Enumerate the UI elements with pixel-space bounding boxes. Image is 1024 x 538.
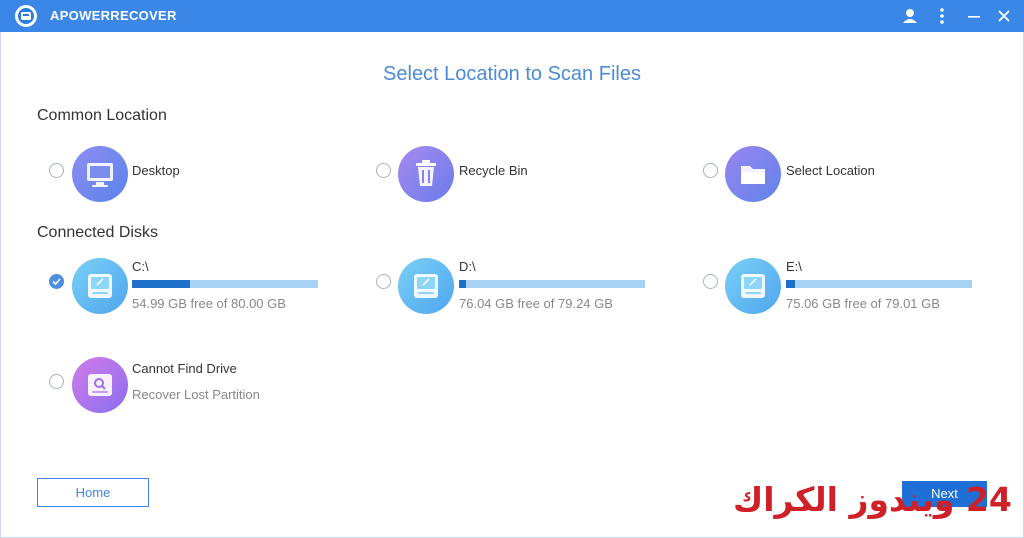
cannot-find-drive-label[interactable]: Cannot Find Drive: [132, 361, 237, 376]
disk-d-usage-bar: [459, 280, 645, 288]
cannot-find-drive-radio[interactable]: [49, 374, 64, 389]
disk-c-usage-fill: [132, 280, 190, 288]
minimize-icon[interactable]: [964, 6, 984, 26]
select-location-label[interactable]: Select Location: [786, 163, 875, 178]
hard-drive-icon[interactable]: [398, 258, 454, 314]
recycle-bin-radio[interactable]: [376, 163, 391, 178]
more-options-icon[interactable]: [932, 6, 952, 26]
close-icon[interactable]: [994, 6, 1014, 26]
recover-lost-partition-text: Recover Lost Partition: [132, 387, 260, 402]
disk-e-radio[interactable]: [703, 274, 718, 289]
disk-e-free-space: 75.06 GB free of 79.01 GB: [786, 296, 940, 311]
disk-d-usage-fill: [459, 280, 467, 288]
title-bar: APOWERRECOVER: [0, 0, 1024, 32]
lost-partition-icon[interactable]: [72, 357, 128, 413]
account-icon[interactable]: [900, 6, 920, 26]
disk-e-usage-fill: [786, 280, 796, 288]
select-location-radio[interactable]: [703, 163, 718, 178]
desktop-radio[interactable]: [49, 163, 64, 178]
watermark-text: 24 ويندوز الكراك: [733, 480, 1012, 519]
desktop-label[interactable]: Desktop: [132, 163, 180, 178]
folder-icon[interactable]: [725, 146, 781, 202]
disk-c-usage-bar: [132, 280, 318, 288]
disk-e-label[interactable]: E:\: [786, 259, 802, 274]
disk-c-free-space: 54.99 GB free of 80.00 GB: [132, 296, 286, 311]
disk-d-radio[interactable]: [376, 274, 391, 289]
disk-d-free-space: 76.04 GB free of 79.24 GB: [459, 296, 613, 311]
hard-drive-icon[interactable]: [72, 258, 128, 314]
section-title-connected-disks: Connected Disks: [37, 224, 158, 241]
recycle-bin-label[interactable]: Recycle Bin: [459, 163, 528, 178]
home-button[interactable]: Home: [37, 478, 149, 507]
app-logo-icon: [14, 4, 38, 28]
app-title: APOWERRECOVER: [50, 8, 177, 23]
section-title-common-location: Common Location: [37, 107, 167, 124]
disk-c-label[interactable]: C:\: [132, 259, 149, 274]
trash-icon[interactable]: [398, 146, 454, 202]
disk-d-label[interactable]: D:\: [459, 259, 476, 274]
desktop-icon[interactable]: [72, 146, 128, 202]
hard-drive-icon[interactable]: [725, 258, 781, 314]
page-title: Select Location to Scan Files: [383, 63, 641, 85]
disk-e-usage-bar: [786, 280, 972, 288]
disk-c-radio[interactable]: [49, 274, 64, 289]
